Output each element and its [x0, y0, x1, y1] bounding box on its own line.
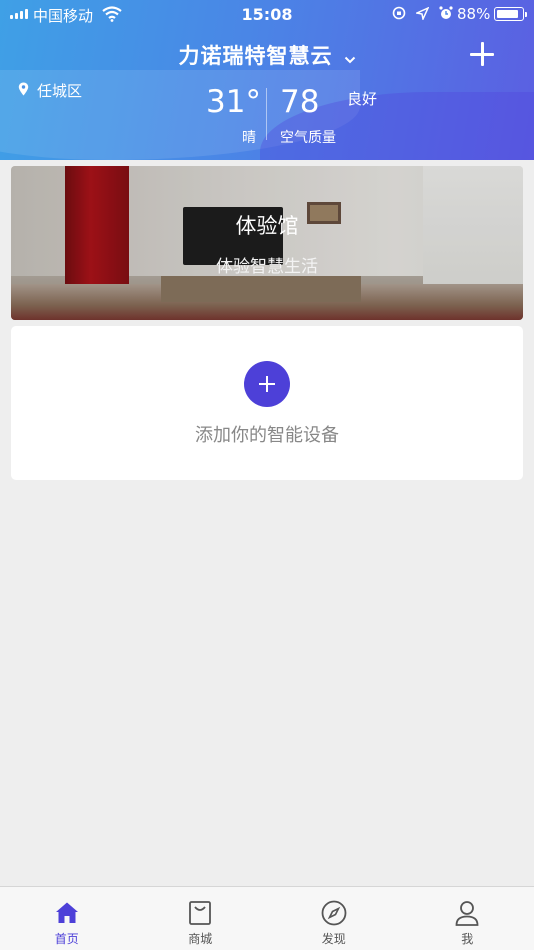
weather-condition: 晴 — [242, 130, 256, 146]
add-device-button[interactable] — [244, 361, 290, 407]
location-arrow-icon — [414, 6, 430, 24]
banner-title: 体验馆 — [235, 214, 299, 238]
tab-me-label: 我 — [461, 932, 474, 946]
location-label: 任城区 — [37, 82, 83, 100]
alarm-icon — [439, 6, 453, 24]
chevron-down-icon — [344, 49, 356, 68]
location-pin-icon — [18, 82, 29, 100]
tab-home-label: 首页 — [54, 932, 79, 946]
aqi-label: 空气质量 — [280, 130, 336, 146]
battery-fill — [497, 10, 519, 18]
location-selector[interactable]: 任城区 — [18, 80, 82, 101]
aqi-value: 78 — [280, 84, 320, 120]
banner-subtitle: 体验智慧生活 — [216, 257, 318, 277]
compass-icon — [320, 899, 348, 927]
tab-bar: 首页 商城 发现 我 — [0, 886, 534, 950]
status-bar: 中国移动 15:08 88% — [0, 0, 534, 30]
user-icon — [453, 899, 481, 927]
tab-shop[interactable]: 商城 — [134, 887, 268, 950]
home-icon — [53, 899, 81, 927]
rotation-lock-icon — [392, 6, 406, 24]
showroom-banner[interactable]: 体验馆 体验智慧生活 — [11, 166, 523, 320]
tab-home[interactable]: 首页 — [0, 887, 134, 950]
shop-bag-icon — [186, 899, 214, 927]
app-title: 力诺瑞特智慧云 — [178, 44, 333, 68]
header: 中国移动 15:08 88% 力诺瑞特智慧云 任城区 31° 晴 78 良好 空… — [0, 0, 534, 160]
temperature-value: 31° — [206, 84, 261, 120]
status-time: 15:08 — [241, 5, 293, 24]
aqi-level: 良好 — [347, 90, 378, 108]
add-button[interactable] — [468, 40, 496, 68]
tab-discover[interactable]: 发现 — [267, 887, 401, 950]
battery-percent: 88% — [457, 5, 491, 23]
add-device-card[interactable]: 添加你的智能设备 — [11, 326, 523, 480]
tab-me[interactable]: 我 — [401, 887, 534, 950]
app-title-selector[interactable]: 力诺瑞特智慧云 — [0, 40, 534, 70]
tab-shop-label: 商城 — [188, 932, 213, 946]
weather-divider — [266, 88, 267, 140]
tab-discover-label: 发现 — [321, 932, 346, 946]
battery-icon — [494, 7, 527, 21]
add-device-label: 添加你的智能设备 — [195, 425, 339, 446]
